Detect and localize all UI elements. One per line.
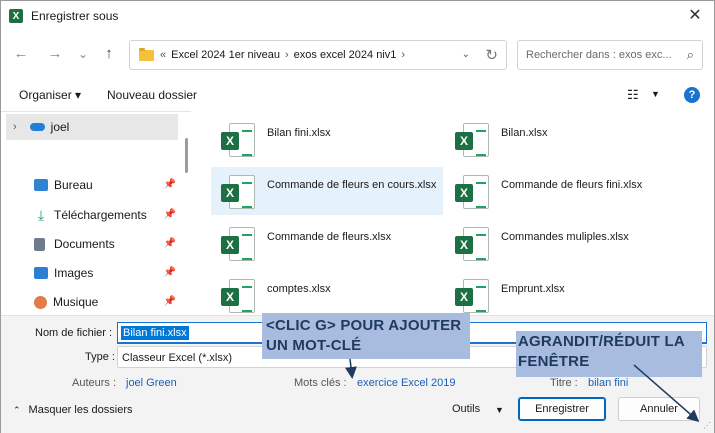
pin-icon[interactable]: 📌 (164, 296, 176, 307)
excel-file-icon: X (455, 123, 489, 161)
window-title: Enregistrer sous (31, 9, 119, 23)
file-item[interactable]: X Commandes muliples.xlsx (445, 219, 677, 267)
documents-icon (34, 237, 45, 251)
sidebar-item-label: Documents (54, 237, 115, 251)
title-value[interactable]: bilan fini (588, 377, 628, 389)
cancel-button[interactable]: Annuler (618, 397, 700, 421)
filename-label: Nom de fichier : (35, 327, 113, 339)
file-list: X Bilan fini.xlsx X Bilan.xlsx X Command… (207, 111, 707, 315)
download-icon: ⤓ (37, 207, 45, 223)
search-box[interactable]: Rechercher dans : exos exc... ⌕ (517, 40, 703, 70)
file-type-value: Classeur Excel (*.xlsx) (122, 352, 233, 364)
file-name: Commande de fleurs fini.xlsx (501, 179, 643, 191)
breadcrumb-item[interactable]: exos excel 2024 niv1 (294, 49, 397, 61)
sidebar-item-documents[interactable]: Documents 📌 (6, 231, 178, 257)
file-item[interactable]: X comptes.xlsx (211, 271, 443, 319)
breadcrumb-separator[interactable]: › (401, 49, 405, 61)
sidebar-item-musique[interactable]: Musique 📌 (6, 289, 178, 315)
refresh-icon[interactable]: ↻ (485, 46, 498, 64)
file-name: Commande de fleurs.xlsx (267, 231, 392, 243)
save-button[interactable]: Enregistrer (518, 397, 606, 421)
sidebar-scrollbar[interactable] (185, 138, 188, 173)
file-name: Bilan fini.xlsx (267, 127, 331, 139)
help-icon[interactable]: ? (684, 87, 700, 103)
excel-file-icon: X (221, 123, 255, 161)
navigation-bar: ← → ⌄ ↑ « Excel 2024 1er niveau › exos e… (1, 37, 714, 73)
type-label: Type : (85, 351, 115, 363)
up-arrow-icon[interactable]: ↑ (99, 44, 119, 64)
excel-icon: X (9, 9, 23, 23)
file-item[interactable]: X Commande de fleurs.xlsx (211, 219, 443, 267)
authors-label: Auteurs : (72, 377, 117, 389)
tools-menu-button[interactable]: Outils (452, 403, 480, 415)
search-icon: ⌕ (686, 47, 694, 62)
excel-file-icon: X (455, 227, 489, 265)
navigation-pane: › joel Bureau 📌 ⤓ Téléchargements 📌 Docu… (1, 111, 191, 315)
folder-icon (139, 47, 154, 61)
file-item[interactable]: X Bilan fini.xlsx (211, 115, 443, 163)
excel-file-icon: X (221, 175, 255, 213)
hide-folders-label: Masquer les dossiers (28, 404, 133, 416)
file-name: Commandes muliples.xlsx (501, 231, 629, 243)
file-item[interactable]: X Bilan.xlsx (445, 115, 677, 163)
back-arrow-icon[interactable]: ← (11, 44, 31, 64)
sidebar-item-label: joel (50, 120, 70, 134)
authors-value[interactable]: joel Green (126, 377, 177, 389)
pin-icon[interactable]: 📌 (164, 179, 176, 190)
new-folder-button[interactable]: Nouveau dossier (107, 88, 197, 102)
breadcrumb-separator: › (284, 49, 289, 61)
pin-icon[interactable]: 📌 (164, 209, 176, 220)
file-item[interactable]: X Emprunt.xlsx (445, 271, 677, 319)
excel-file-icon: X (455, 279, 489, 317)
resize-grip-icon[interactable]: ⋰ (703, 421, 711, 430)
images-icon (34, 267, 48, 279)
sidebar-item-label: Images (54, 266, 94, 280)
address-bar[interactable]: « Excel 2024 1er niveau › exos excel 202… (129, 40, 507, 70)
forward-arrow-icon[interactable]: → (45, 44, 65, 64)
chevron-up-icon: ⌃ (13, 404, 21, 415)
view-options-icon[interactable]: ☷ (627, 87, 639, 103)
excel-file-icon: X (221, 279, 255, 317)
pin-icon[interactable]: 📌 (164, 267, 176, 278)
organize-menu-button[interactable]: Organiser ▾ (19, 88, 81, 102)
excel-file-icon: X (455, 175, 489, 213)
view-dropdown-chevron-icon[interactable]: ▼ (651, 89, 660, 99)
sidebar-item-bureau[interactable]: Bureau 📌 (6, 172, 178, 198)
sidebar-item-label: Musique (53, 295, 99, 309)
breadcrumb-overflow[interactable]: « (160, 49, 166, 61)
title-bar: X Enregistrer sous ✕ (1, 1, 714, 31)
hide-folders-button[interactable]: ⌃ Masquer les dossiers (13, 404, 132, 416)
sidebar-item-user[interactable]: › joel (6, 114, 178, 140)
sidebar-item-label: Bureau (54, 178, 93, 192)
pin-icon[interactable]: 📌 (164, 238, 176, 249)
expand-chevron-icon[interactable]: › (13, 121, 17, 133)
sidebar-item-telechargements[interactable]: ⤓ Téléchargements 📌 (6, 202, 178, 228)
address-dropdown-chevron-icon[interactable]: ⌄ (462, 49, 470, 60)
sidebar-item-label: Téléchargements (54, 208, 147, 222)
title-label: Titre : (550, 377, 578, 389)
file-name: Bilan.xlsx (501, 127, 548, 139)
keywords-value[interactable]: exercice Excel 2019 (357, 377, 455, 389)
recent-locations-chevron-icon[interactable]: ⌄ (73, 44, 93, 64)
file-item-selected[interactable]: X Commande de fleurs en cours.xlsx (211, 167, 443, 215)
file-name: Emprunt.xlsx (501, 283, 565, 295)
file-name: comptes.xlsx (267, 283, 331, 295)
file-item[interactable]: X Commande de fleurs fini.xlsx (445, 167, 677, 215)
sidebar-item-images[interactable]: Images 📌 (6, 260, 178, 286)
command-bar: Organiser ▾ Nouveau dossier ☷ ▼ ? (1, 83, 714, 109)
tools-dropdown-chevron-icon[interactable]: ▼ (495, 405, 504, 415)
desktop-icon (34, 179, 48, 191)
keyword-callout: <CLIC G> POUR AJOUTER UN MOT-CLÉ (262, 313, 470, 359)
keywords-label: Mots clés : (294, 377, 347, 389)
breadcrumb-item[interactable]: Excel 2024 1er niveau (171, 49, 280, 61)
music-icon (34, 295, 47, 309)
file-name: Commande de fleurs en cours.xlsx (267, 179, 437, 191)
filename-value[interactable]: Bilan fini.xlsx (121, 326, 189, 340)
excel-file-icon: X (221, 227, 255, 265)
resize-callout: AGRANDIT/RÉDUIT LA FENÊTRE (516, 331, 702, 377)
onedrive-cloud-icon (29, 123, 45, 131)
search-placeholder[interactable]: Rechercher dans : exos exc... (526, 49, 672, 61)
close-icon[interactable]: ✕ (686, 7, 704, 25)
